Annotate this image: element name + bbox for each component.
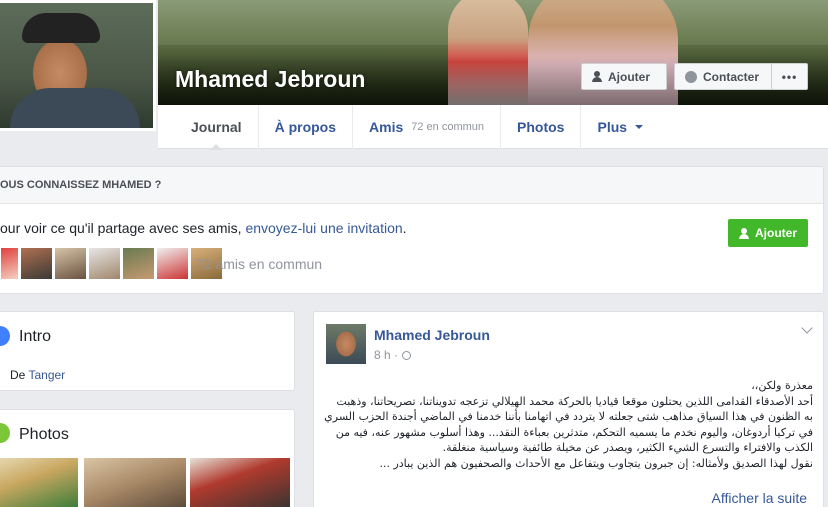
mutual-friends-count[interactable]: 72 amis en commun (196, 256, 322, 272)
post-author-name[interactable]: Mhamed Jebroun (374, 327, 490, 343)
tab-friends-label: Amis (369, 118, 404, 135)
tab-friends[interactable]: Amis 72 en commun (353, 104, 502, 149)
tab-about-label: À propos (274, 118, 337, 135)
post-body-line: أحد الأصدقاء القدامى اللذين يحتلون موقعا… (336, 394, 813, 408)
contact-button[interactable]: Contacter (674, 63, 774, 90)
chevron-down-icon[interactable] (801, 322, 813, 334)
mutual-friend-avatar[interactable] (88, 247, 121, 280)
add-friend-green-label: Ajouter (755, 226, 797, 240)
post-body: معذرة ولكن،، أحد الأصدقاء القدامى اللذين… (324, 378, 813, 471)
add-user-icon (592, 71, 602, 82)
post-body-line: نقول لهذا الصديق ولأمثاله: إن جبرون يتجا… (379, 456, 813, 470)
tab-friends-count: 72 en commun (411, 120, 485, 133)
intro-icon (0, 326, 10, 346)
post-body-line: معذرة ولكن،، (751, 379, 813, 392)
know-text-suffix: . (402, 220, 407, 236)
mutual-friend-avatar[interactable] (122, 247, 155, 280)
know-card-text: our voir ce qu'il partage avec ses amis,… (0, 220, 407, 236)
add-friend-green-button[interactable]: Ajouter (728, 219, 808, 247)
globe-icon (402, 350, 412, 360)
messenger-icon (685, 70, 697, 83)
mutual-friend-avatar[interactable] (0, 247, 19, 280)
mutual-friends-avatars (0, 247, 223, 280)
add-user-icon (739, 227, 749, 239)
more-dots-icon: ••• (781, 69, 798, 84)
tab-more[interactable]: Plus (581, 105, 659, 149)
send-invitation-link[interactable]: envoyez-lui une invitation (245, 220, 402, 236)
intro-title: Intro (19, 328, 52, 345)
photos-icon (0, 423, 10, 443)
photos-title[interactable]: Photos (19, 426, 69, 444)
profile-tabs: Journal À propos Amis 72 en commun Photos… (158, 104, 828, 150)
profile-name[interactable]: Mhamed Jebroun (175, 66, 365, 93)
tab-journal-label: Journal (191, 118, 242, 135)
tab-more-label: Plus (597, 118, 628, 135)
know-text-prefix: our voir ce qu'il partage avec ses amis, (0, 220, 246, 236)
intro-hometown-prefix: De (10, 368, 26, 382)
photo-thumbnail[interactable] (84, 458, 186, 507)
post-card: Mhamed Jebroun 8 h · معذرة ولكن،، أحد ال… (313, 311, 824, 507)
photos-card: Photos (0, 409, 295, 507)
see-more-link[interactable]: Afficher la suite (712, 490, 807, 506)
tab-photos-label: Photos (517, 118, 565, 135)
profile-picture[interactable] (0, 0, 156, 131)
contact-label: Contacter (703, 69, 760, 84)
intro-hometown: De Tanger (10, 368, 65, 382)
post-timestamp[interactable]: 8 h · (374, 348, 412, 362)
tab-journal[interactable]: Journal (175, 104, 259, 150)
add-friend-label: Ajouter (608, 69, 650, 84)
profile-shirt (10, 88, 140, 128)
profile-face (0, 3, 153, 128)
intro-card: Intro De Tanger (0, 311, 295, 391)
tab-about[interactable]: À propos (259, 104, 354, 149)
mutual-friend-avatar[interactable] (20, 247, 53, 280)
post-body-line: الكذب والافتراء والتسرع الشيء الكثير، وي… (442, 441, 813, 454)
post-body-line: في تركيا أردوغان، واليوم نخدم ما يسميه ا… (335, 425, 813, 439)
post-author-avatar[interactable] (326, 324, 366, 364)
photo-thumbnail[interactable] (0, 458, 78, 507)
know-card-heading: OUS CONNAISSEZ MHAMED ? (0, 167, 823, 204)
more-options-button[interactable]: ••• (771, 63, 808, 90)
photo-thumbnail[interactable] (190, 458, 290, 507)
mutual-friend-avatar[interactable] (156, 247, 189, 280)
add-friend-button[interactable]: Ajouter (581, 63, 667, 90)
profile-hair (22, 13, 100, 43)
hometown-link[interactable]: Tanger (28, 368, 65, 382)
post-time-label: 8 h · (374, 348, 399, 362)
tab-photos[interactable]: Photos (501, 104, 582, 149)
chevron-down-icon (635, 124, 644, 133)
mutual-friend-avatar[interactable] (54, 247, 87, 280)
know-person-card: OUS CONNAISSEZ MHAMED ? our voir ce qu'i… (0, 166, 824, 294)
post-body-line: به الظنون في هذا السياق مذاهب شتى جعلته … (324, 410, 813, 423)
